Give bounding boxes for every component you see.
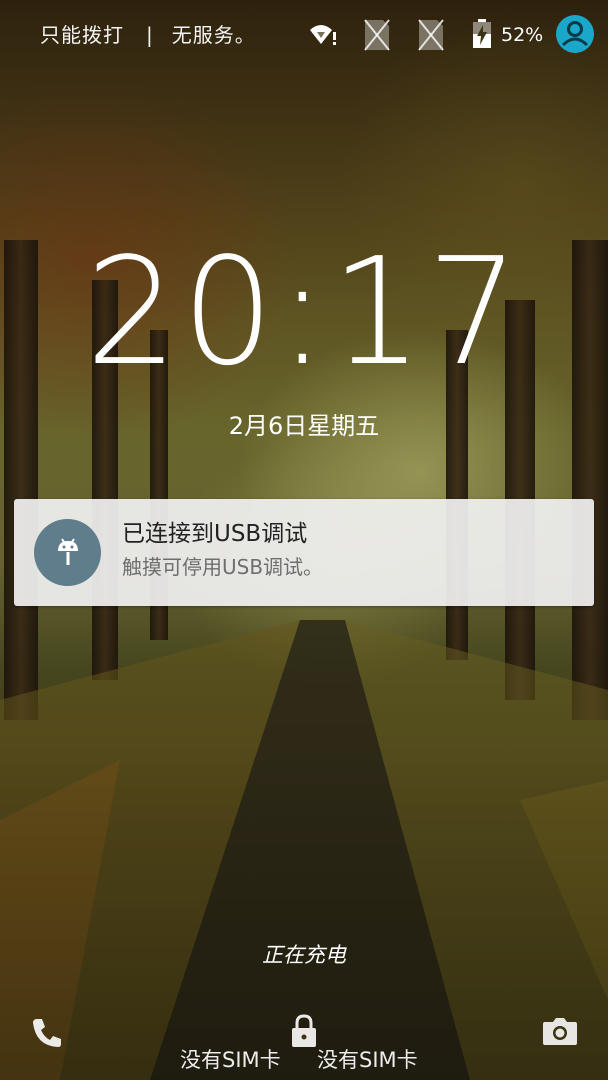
wifi-no-internet-icon: [309, 22, 337, 52]
no-sim-icon: [363, 18, 391, 56]
battery-percent: 52%: [501, 24, 544, 46]
sim-status-1: 没有SIM卡: [180, 1048, 281, 1072]
notification-title: 已连接到USB调试: [122, 521, 308, 547]
no-sim-icon: [417, 18, 445, 56]
carrier-right: 无服务。: [171, 23, 256, 47]
lockscreen-date: 2月6日星期五: [228, 412, 380, 440]
carrier-left: 只能拨打: [40, 23, 124, 47]
sim-status-2: 没有SIM卡: [317, 1048, 418, 1072]
usb-debug-notification[interactable]: 已连接到USB调试 触摸可停用USB调试。: [14, 499, 594, 606]
clock-time: 20:17: [85, 226, 523, 398]
camera-icon[interactable]: [542, 1016, 578, 1050]
carrier-separator: |: [146, 23, 154, 47]
user-avatar-icon[interactable]: [555, 14, 595, 58]
lock-icon[interactable]: [289, 1013, 319, 1053]
android-debug-icon: [34, 519, 101, 586]
notification-text: 触摸可停用USB调试。: [122, 555, 324, 579]
status-bar: 只能拨打 | 无服务。 52%: [0, 0, 608, 70]
carrier-text: 只能拨打 | 无服务。: [40, 20, 256, 50]
battery-charging-icon: [472, 19, 492, 53]
phone-icon[interactable]: [30, 1016, 64, 1054]
charging-status: 正在充电: [262, 943, 346, 967]
lockscreen-clock: 20:17: [0, 238, 608, 386]
